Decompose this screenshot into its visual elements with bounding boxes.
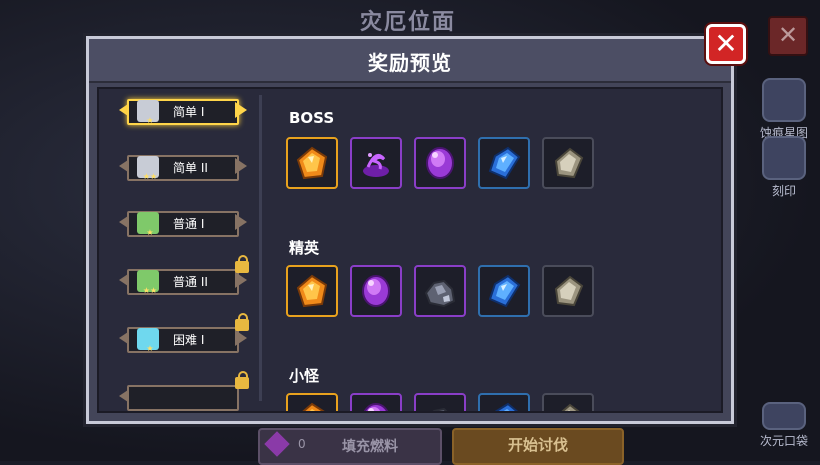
difficulty-label: 困难 I (173, 333, 205, 347)
difficulty-label: 简单 I (173, 105, 205, 119)
orange-crystal-icon (302, 402, 325, 411)
background-title: 灾厄位面 (360, 10, 457, 35)
fuel-button[interactable]: 0 填充燃料 (258, 428, 442, 465)
ore-chunk-icon (432, 407, 448, 411)
difficulty-option[interactable]: ★★ 普通 II (117, 255, 249, 297)
arrow-right-icon (235, 330, 247, 346)
difficulty-stars: ★★ (142, 172, 158, 181)
start-battle-button[interactable]: 开始讨伐 (452, 428, 624, 465)
background-close-button[interactable]: ✕ (768, 16, 808, 56)
reward-section-title: BOSS (289, 109, 335, 127)
reward-item-slot[interactable] (542, 137, 594, 189)
difficulty-label: 普通 II (173, 275, 208, 289)
reward-item-slot[interactable] (286, 265, 338, 317)
difficulty-plate (127, 385, 239, 411)
engraving-button[interactable]: 刻印 (752, 136, 816, 199)
modal-title: 奖励预览 (368, 51, 452, 75)
orange-crystal-icon (296, 274, 328, 308)
reward-item-slot[interactable] (542, 393, 594, 411)
difficulty-label: 简单 II (173, 161, 208, 175)
star-map-button[interactable]: 蚀痕星图 (752, 78, 816, 141)
reward-item-slot[interactable] (478, 393, 530, 411)
purple-gem-icon (362, 275, 390, 307)
modal-header: 奖励预览 (89, 39, 731, 83)
reward-item-slot[interactable] (414, 265, 466, 317)
arrow-right-icon (235, 102, 247, 118)
difficulty-stars: ★ (146, 116, 154, 125)
reward-preview-modal: 奖励预览 ★ 简单 I ★★ 简单 II ★ 普通 I ★★ 普通 II ★ 困难 I BOSS 精… (86, 36, 734, 424)
blue-crystal-icon (494, 402, 519, 411)
reward-item-slot[interactable] (414, 137, 466, 189)
reward-item-slot[interactable] (286, 137, 338, 189)
grey-stone-icon (554, 147, 584, 179)
grey-stone-icon (561, 403, 580, 411)
fuel-gem-icon (264, 431, 290, 457)
dimension-pocket-label: 次元口袋 (759, 434, 808, 448)
reward-item-slot[interactable] (350, 393, 402, 411)
modal-close-button[interactable]: ✕ (706, 24, 746, 64)
difficulty-stars: ★★ (142, 286, 158, 295)
blue-crystal-icon (488, 146, 521, 180)
grey-stone-icon (554, 275, 584, 307)
reward-item-slot[interactable] (478, 265, 530, 317)
reward-item-slot[interactable] (414, 393, 466, 411)
orange-crystal-icon (296, 146, 328, 180)
difficulty-option[interactable]: ★ 困难 I (117, 313, 249, 355)
difficulty-option[interactable]: ★★ 简单 II (117, 153, 249, 183)
difficulty-option[interactable]: ★ 普通 I (117, 209, 249, 239)
reward-item-slot[interactable] (350, 137, 402, 189)
lock-icon (235, 371, 249, 389)
engraving-icon (762, 136, 806, 180)
lock-icon (235, 255, 249, 273)
reward-section-title: 精英 (289, 239, 320, 257)
reward-item-slot[interactable] (478, 137, 530, 189)
modal-content: ★ 简单 I ★★ 简单 II ★ 普通 I ★★ 普通 II ★ 困难 I BOSS 精英 小怪 (97, 87, 723, 413)
arrow-right-icon (235, 214, 247, 230)
fuel-count: 0 (298, 437, 306, 451)
purple-swirl-icon (363, 153, 389, 177)
fuel-label: 填充燃料 (342, 439, 398, 455)
reward-item-slot[interactable] (286, 393, 338, 411)
reward-item-slot[interactable] (350, 265, 402, 317)
difficulty-option[interactable] (117, 371, 249, 411)
purple-gem-icon (426, 147, 454, 179)
reward-section-title: 小怪 (289, 367, 320, 385)
dimension-pocket-button[interactable]: 次元口袋 (752, 402, 816, 449)
difficulty-stars: ★ (146, 228, 154, 237)
column-divider (259, 95, 262, 401)
purple-gem-icon (363, 403, 389, 411)
difficulty-option[interactable]: ★ 简单 I (117, 97, 249, 127)
star-map-icon (762, 78, 806, 122)
ore-chunk-icon (424, 279, 456, 308)
difficulty-label: 普通 I (173, 217, 205, 231)
blue-crystal-icon (488, 274, 521, 308)
dimension-pocket-icon (762, 402, 806, 430)
lock-icon (235, 313, 249, 331)
reward-item-slot[interactable] (542, 265, 594, 317)
engraving-label: 刻印 (771, 184, 796, 198)
difficulty-stars: ★ (146, 344, 154, 353)
arrow-right-icon (235, 272, 247, 288)
arrow-right-icon (235, 158, 247, 174)
